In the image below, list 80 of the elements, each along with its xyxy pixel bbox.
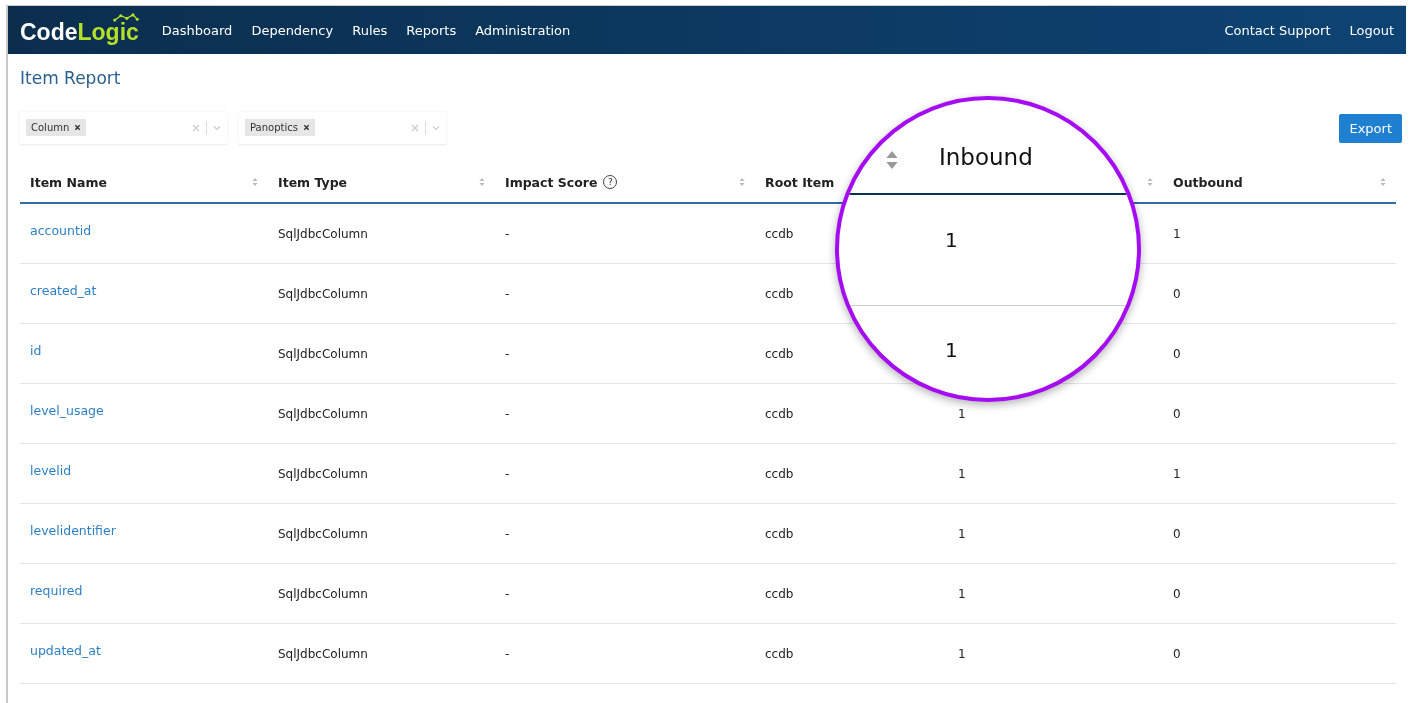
nav-link[interactable]: Logout <box>1349 22 1394 38</box>
table-cell: ccdb <box>765 586 794 601</box>
table-cell: - <box>505 466 510 481</box>
table-cell: - <box>505 526 510 541</box>
table-cell: 1 <box>958 646 966 661</box>
chevron-down-icon[interactable] <box>432 123 440 132</box>
item-link[interactable]: level_usage <box>30 403 104 418</box>
table-cell: SqlJdbcColumn <box>278 226 368 241</box>
table-cell: - <box>505 406 510 421</box>
table-cell: ccdb <box>765 226 794 241</box>
table-cell: 0 <box>1173 346 1181 361</box>
sort-icon[interactable] <box>739 177 745 187</box>
item-link[interactable]: accountid <box>30 223 92 238</box>
nav-link[interactable]: Rules <box>352 22 388 38</box>
table-cell: 1 <box>945 228 958 252</box>
chevron-down-icon[interactable] <box>213 123 221 132</box>
table-cell: 1 <box>958 586 966 601</box>
column-header[interactable]: Item Type <box>278 174 348 190</box>
table-cell: SqlJdbcColumn <box>278 286 368 301</box>
table-cell: 1 <box>945 338 958 362</box>
table-cell: ccdb <box>765 286 794 301</box>
item-link[interactable]: updated_at <box>30 643 101 658</box>
item-link[interactable]: id <box>30 343 42 358</box>
remove-icon[interactable] <box>302 124 310 131</box>
table-cell: 0 <box>1173 586 1181 601</box>
table-cell: 1 <box>1173 226 1181 241</box>
table-cell: ccdb <box>765 526 794 541</box>
table-cell: ccdb <box>765 466 794 481</box>
nav-link[interactable]: Reports <box>406 22 457 38</box>
column-header: Inbound <box>939 144 1033 170</box>
table-cell: 1 <box>958 466 966 481</box>
table-cell: 0 <box>1173 406 1181 421</box>
table-cell: ccdb <box>765 406 794 421</box>
filter-tag: Column <box>26 119 87 136</box>
sort-icon[interactable] <box>1380 177 1386 187</box>
remove-icon[interactable] <box>74 124 82 131</box>
table-cell: 1 <box>1173 466 1181 481</box>
item-link[interactable]: levelid <box>30 463 72 478</box>
nav-link[interactable]: Dashboard <box>161 22 233 38</box>
column-header[interactable]: Impact Score <box>505 174 598 190</box>
table-cell: - <box>505 646 510 661</box>
sort-icon[interactable] <box>1147 177 1153 187</box>
network-icon <box>112 12 139 22</box>
export-button[interactable]: Export <box>1339 113 1402 143</box>
nav-link[interactable]: Dependency <box>251 22 334 38</box>
column-header[interactable]: Item Name <box>30 174 107 190</box>
item-link[interactable]: levelidentifier <box>30 523 116 538</box>
table-cell: 1 <box>958 526 966 541</box>
table-cell: SqlJdbcColumn <box>278 406 368 421</box>
filter-select[interactable]: Column <box>20 111 227 145</box>
logo[interactable]: CodeLogic <box>20 14 139 46</box>
table-cell: - <box>505 586 510 601</box>
item-link[interactable]: required <box>30 583 83 598</box>
table-cell: - <box>505 346 510 361</box>
table-cell: ccdb <box>765 646 794 661</box>
table-cell: 0 <box>1173 286 1181 301</box>
sort-icon <box>886 150 898 170</box>
sort-icon[interactable] <box>252 177 258 187</box>
nav-link[interactable]: Administration <box>475 22 571 38</box>
column-header[interactable]: Outbound <box>1173 174 1243 190</box>
table-cell: - <box>505 286 510 301</box>
sort-icon[interactable] <box>479 177 485 187</box>
table-cell: SqlJdbcColumn <box>278 346 368 361</box>
table-cell: ccdb <box>765 346 794 361</box>
filter-select[interactable]: Panoptics <box>239 111 446 145</box>
table-cell: 1 <box>958 406 966 421</box>
nav-link[interactable]: Contact Support <box>1224 22 1331 38</box>
table-cell: SqlJdbcColumn <box>278 646 368 661</box>
table-cell: 0 <box>1173 646 1181 661</box>
table-cell: 0 <box>1173 526 1181 541</box>
table-cell: SqlJdbcColumn <box>278 586 368 601</box>
item-link[interactable]: created_at <box>30 283 97 298</box>
clear-icon[interactable] <box>411 123 419 132</box>
column-header[interactable]: Root Item <box>765 174 835 190</box>
clear-icon[interactable] <box>192 123 200 132</box>
table-cell: - <box>505 226 510 241</box>
page-title: Item Report <box>20 68 122 88</box>
table-cell: SqlJdbcColumn <box>278 466 368 481</box>
filter-tag: Panoptics <box>245 119 315 136</box>
table-cell: SqlJdbcColumn <box>278 526 368 541</box>
